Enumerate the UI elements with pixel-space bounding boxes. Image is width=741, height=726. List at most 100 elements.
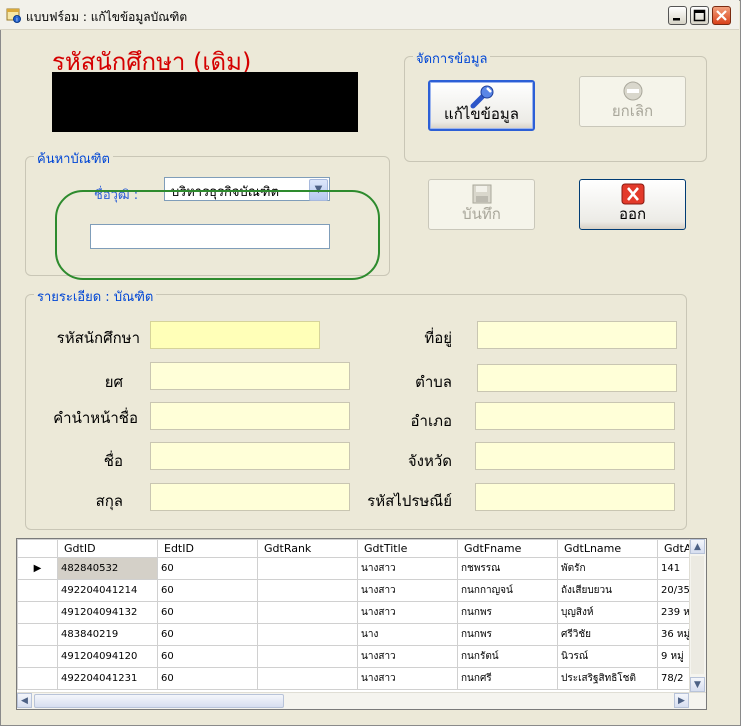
rank-label: ยศ xyxy=(104,373,123,391)
minimize-button[interactable] xyxy=(668,6,687,25)
table-cell[interactable] xyxy=(257,557,358,580)
highlight-annotation xyxy=(55,190,380,280)
province-label: จังหวัด xyxy=(407,452,452,470)
column-header[interactable]: GdtRank xyxy=(257,539,358,558)
row-header[interactable] xyxy=(17,623,58,646)
table-cell[interactable] xyxy=(257,667,358,690)
table-cell[interactable]: พัตรัก xyxy=(557,557,658,580)
table-row[interactable]: 483840219 60 นาง กนกพร ศรีวิชัย 36 หมู่ xyxy=(17,623,706,646)
form-icon: i xyxy=(6,7,22,23)
table-cell[interactable]: 492204041231 xyxy=(57,667,158,690)
scroll-left-icon[interactable]: ◀ xyxy=(17,693,32,708)
exit-button[interactable]: ออก xyxy=(579,179,686,230)
column-header[interactable]: GdtLname xyxy=(557,539,658,558)
edit-button-label: แก้ไขข้อมูล xyxy=(444,105,519,123)
row-header[interactable] xyxy=(17,579,58,602)
table-cell[interactable]: 60 xyxy=(157,645,258,668)
table-cell[interactable]: กชพรรณ xyxy=(457,557,558,580)
vertical-scroll-track[interactable] xyxy=(691,556,704,674)
table-row[interactable]: 491204094132 60 นางสาว กนกพร บุญสิงห์ 23… xyxy=(17,601,706,624)
student-id-label: รหัสนักศึกษา xyxy=(56,329,140,347)
table-cell[interactable]: 491204094120 xyxy=(57,645,158,668)
exit-button-label: ออก xyxy=(618,205,647,223)
table-cell[interactable]: นางสาว xyxy=(357,557,458,580)
district-field[interactable] xyxy=(475,402,675,430)
horizontal-scrollbar[interactable]: ◀ ▶ xyxy=(17,692,706,709)
table-cell[interactable] xyxy=(257,623,358,646)
table-cell[interactable]: ศรีวิชัย xyxy=(557,623,658,646)
table-cell[interactable]: นางสาว xyxy=(357,645,458,668)
table-cell[interactable]: 60 xyxy=(157,667,258,690)
table-cell[interactable]: ถังเสียบยวน xyxy=(557,579,658,602)
table-cell[interactable]: กนกกาญจน์ xyxy=(457,579,558,602)
table-cell[interactable] xyxy=(257,645,358,668)
table-cell[interactable]: 60 xyxy=(157,601,258,624)
row-header[interactable] xyxy=(17,645,58,668)
table-cell[interactable]: นาง xyxy=(357,623,458,646)
cancel-button[interactable]: ยกเลิก xyxy=(579,76,686,127)
table-cell[interactable]: 60 xyxy=(157,579,258,602)
table-cell[interactable]: 483840219 xyxy=(57,623,158,646)
column-header[interactable]: GdtTitle xyxy=(357,539,458,558)
table-row[interactable]: 491204094120 60 นางสาว กนกรัตน์ นิวรณ์ 9… xyxy=(17,645,706,668)
table-cell[interactable]: กนกพร xyxy=(457,601,558,624)
edit-button[interactable]: แก้ไขข้อมูล xyxy=(428,80,535,131)
firstname-field[interactable] xyxy=(150,442,350,470)
address-label: ที่อยู่ xyxy=(424,329,452,347)
column-header[interactable]: GdtFname xyxy=(457,539,558,558)
graduates-grid[interactable]: GdtID EdtID GdtRank GdtTitle GdtFname Gd… xyxy=(16,538,707,710)
subdistrict-label: ตำบล xyxy=(415,373,452,391)
address-field[interactable] xyxy=(477,321,677,349)
vertical-scrollbar[interactable]: ▲ ▼ xyxy=(689,539,706,692)
column-header[interactable]: EdtID xyxy=(157,539,258,558)
table-cell[interactable]: ประเสริฐสิทธิโชติ xyxy=(557,667,658,690)
rank-field[interactable] xyxy=(150,362,350,390)
table-cell[interactable]: นางสาว xyxy=(357,667,458,690)
table-cell[interactable]: 60 xyxy=(157,623,258,646)
table-cell[interactable]: 60 xyxy=(157,557,258,580)
scroll-up-icon[interactable]: ▲ xyxy=(690,539,705,554)
table-cell[interactable]: นิวรณ์ xyxy=(557,645,658,668)
table-cell[interactable]: 482840532 xyxy=(57,557,158,580)
column-header[interactable]: GdtID xyxy=(57,539,158,558)
postcode-field[interactable] xyxy=(475,483,675,511)
prefix-field[interactable] xyxy=(150,402,350,430)
maximize-button[interactable] xyxy=(690,6,709,25)
table-row[interactable]: 492204041214 60 นางสาว กนกกาญจน์ ถังเสีย… xyxy=(17,579,706,602)
prefix-label: คำนำหน้าชื่อ xyxy=(53,409,138,427)
table-cell[interactable]: นางสาว xyxy=(357,579,458,602)
row-header-corner xyxy=(17,539,58,558)
row-header[interactable] xyxy=(17,601,58,624)
manage-group-legend: จัดการข้อมูล xyxy=(413,48,491,69)
firstname-label: ชื่อ xyxy=(103,452,123,470)
lastname-field[interactable] xyxy=(150,483,350,511)
close-button[interactable] xyxy=(712,6,731,25)
scroll-right-icon[interactable]: ▶ xyxy=(674,693,689,708)
table-cell[interactable]: กนกรัตน์ xyxy=(457,645,558,668)
grid-header-row: GdtID EdtID GdtRank GdtTitle GdtFname Gd… xyxy=(17,539,706,558)
row-header[interactable] xyxy=(17,667,58,690)
subdistrict-field[interactable] xyxy=(477,364,677,392)
table-row[interactable]: 492204041231 60 นางสาว กนกศรี ประเสริฐสิ… xyxy=(17,667,706,690)
graduates-table: GdtID EdtID GdtRank GdtTitle GdtFname Gd… xyxy=(17,539,706,690)
table-cell[interactable]: 492204041214 xyxy=(57,579,158,602)
table-cell[interactable]: กนกศรี xyxy=(457,667,558,690)
scroll-down-icon[interactable]: ▼ xyxy=(690,677,705,692)
table-cell[interactable]: บุญสิงห์ xyxy=(557,601,658,624)
table-cell[interactable]: 491204094132 xyxy=(57,601,158,624)
current-row-marker[interactable]: ▶ xyxy=(17,557,58,580)
table-cell[interactable] xyxy=(257,601,358,624)
table-cell[interactable]: นางสาว xyxy=(357,601,458,624)
window-title: แบบฟร์อม : แก้ไขข้อมูลบัณฑิต xyxy=(26,10,188,24)
student-id-field[interactable] xyxy=(150,321,320,349)
save-button[interactable]: บันทึก xyxy=(428,179,535,230)
table-cell[interactable] xyxy=(257,579,358,602)
table-cell[interactable]: กนกพร xyxy=(457,623,558,646)
title-bar[interactable]: i แบบฟร์อม : แก้ไขข้อมูลบัณฑิต xyxy=(0,0,739,30)
table-row[interactable]: ▶ 482840532 60 นางสาว กชพรรณ พัตรัก 141 xyxy=(17,557,706,580)
minimize-icon xyxy=(673,18,680,21)
postcode-label: รหัสไปรษณีย์ xyxy=(367,492,452,510)
horizontal-scroll-thumb[interactable] xyxy=(34,694,284,708)
province-field[interactable] xyxy=(475,442,675,470)
close-icon xyxy=(716,10,727,21)
